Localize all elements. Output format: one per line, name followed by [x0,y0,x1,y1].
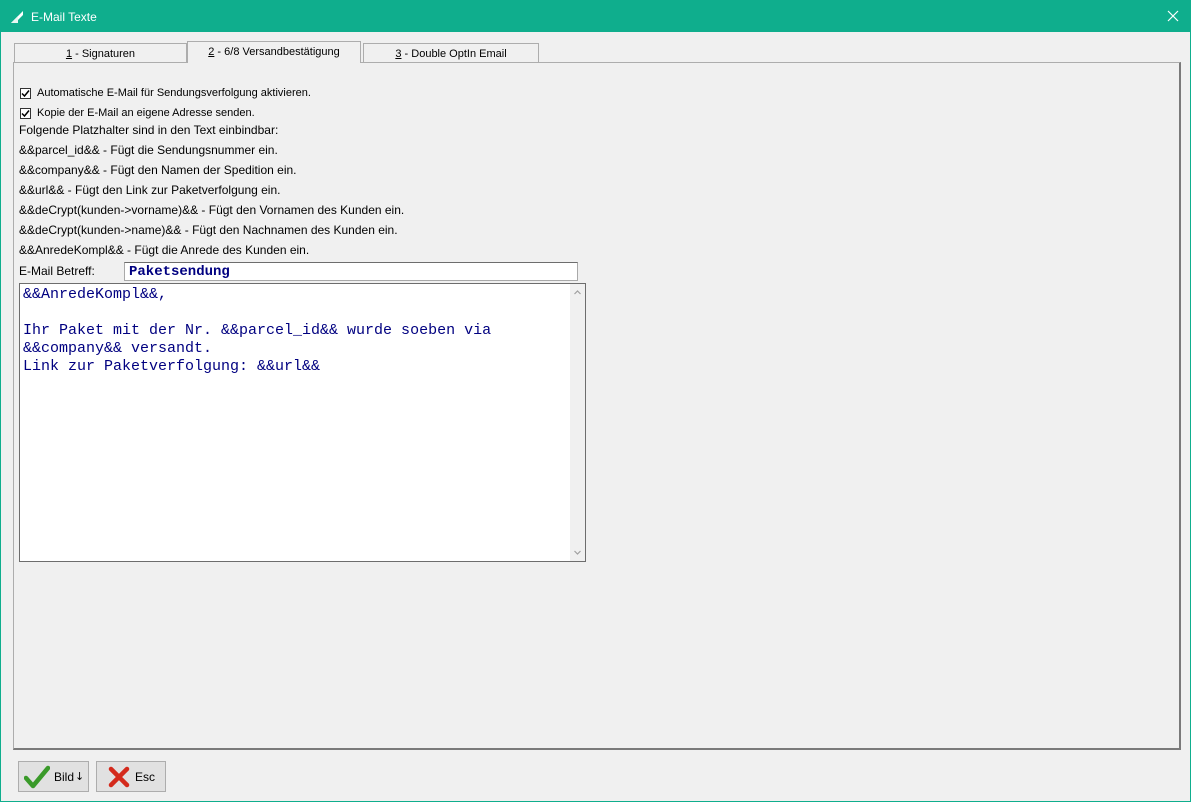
checkmark-icon [21,109,30,117]
close-button[interactable] [1162,6,1184,26]
scroll-up-icon[interactable] [573,288,582,297]
window: E-Mail Texte 1 - Signaturen 2 - 6/8 Vers… [0,0,1191,802]
checkmark-icon [21,89,30,97]
subject-label: E-Mail Betreff: [19,264,95,278]
placeholder-item: &&url&& - Fügt den Link zur Paketverfolg… [19,183,281,197]
tab-versandbestaetigung[interactable]: 2 - 6/8 Versandbestätigung [187,41,361,63]
title-bar: E-Mail Texte [1,1,1190,32]
checkmark-icon [24,765,50,788]
scroll-down-icon[interactable] [573,548,582,557]
placeholder-heading: Folgende Platzhalter sind in den Text ei… [19,123,279,137]
arrow-down-icon: ↓ [75,770,85,783]
copy-self-option[interactable]: Kopie der E-Mail an eigene Adresse sende… [20,107,255,119]
bild-button-label: Bild [54,769,75,784]
auto-email-label: Automatische E-Mail für Sendungsverfolgu… [37,87,311,99]
copy-self-label: Kopie der E-Mail an eigene Adresse sende… [37,107,255,119]
placeholder-item: &&deCrypt(kunden->name)&& - Fügt den Nac… [19,223,398,237]
window-title: E-Mail Texte [31,10,97,24]
auto-email-option[interactable]: Automatische E-Mail für Sendungsverfolgu… [20,87,311,99]
placeholder-item: &&deCrypt(kunden->vorname)&& - Fügt den … [19,203,405,217]
tab-label: - 6/8 Versandbestätigung [214,46,340,58]
email-body-editor[interactable]: &&AnredeKompl&&, Ihr Paket mit der Nr. &… [19,283,586,562]
tab-label: - Double OptIn Email [401,48,507,60]
email-body-text[interactable]: &&AnredeKompl&&, Ihr Paket mit der Nr. &… [23,286,563,376]
auto-email-checkbox[interactable] [20,87,31,99]
placeholder-item: &&company&& - Fügt den Namen der Spediti… [19,163,297,177]
vertical-scrollbar[interactable] [570,284,585,561]
tab-label: - Signaturen [72,48,136,60]
tab-double-optin[interactable]: 3 - Double OptIn Email [363,43,539,62]
close-icon [1167,10,1179,22]
placeholder-item: &&AnredeKompl&& - Fügt die Anrede des Ku… [19,243,310,257]
copy-self-checkbox[interactable] [20,107,31,119]
tab-panel: Automatische E-Mail für Sendungsverfolgu… [13,62,1181,750]
app-icon [11,11,23,23]
bild-button[interactable]: Bild ↓ [18,761,89,792]
x-mark-icon [108,766,130,787]
tab-signaturen[interactable]: 1 - Signaturen [14,43,187,62]
esc-button-label: Esc [135,769,156,784]
esc-button[interactable]: Esc [96,761,166,792]
subject-input[interactable]: Paketsendung [124,262,578,281]
placeholder-item: &&parcel_id&& - Fügt die Sendungsnummer … [19,143,278,157]
